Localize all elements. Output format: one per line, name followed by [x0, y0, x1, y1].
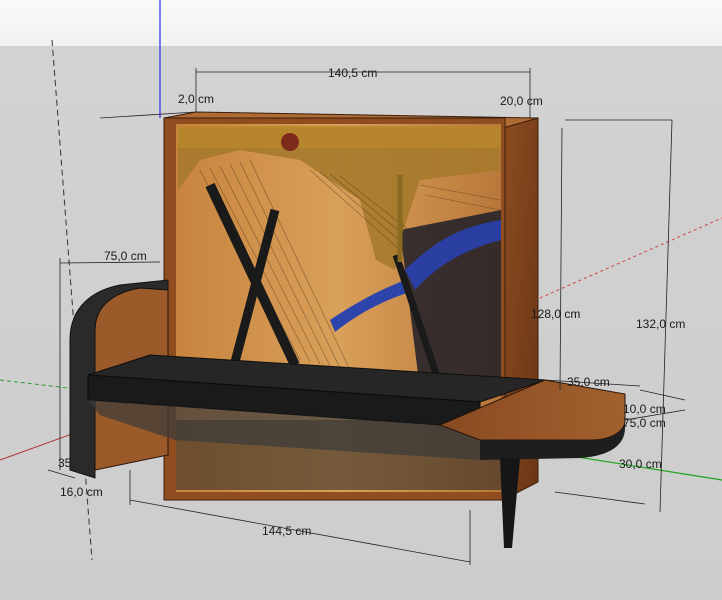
red-axis-dashed [539, 217, 722, 299]
harp-top-bar [178, 126, 501, 148]
dim-bench-length: 144,5 cm [262, 524, 312, 538]
dim-shelf-height: 75,0 cm [623, 416, 666, 430]
dim-side-depth: 35,0 cm [567, 375, 610, 389]
dim-frame-left: 2,0 cm [178, 92, 215, 106]
black-axis-dashed [51, 39, 93, 561]
dim-top-width: 140,5 cm [328, 66, 378, 80]
dim-inner-height: 128,0 cm [531, 307, 581, 321]
harp-emblem [281, 133, 299, 151]
dim-shelf-width: 30,0 cm [619, 457, 662, 471]
dim-frame-right: 20,0 cm [500, 94, 543, 108]
dim-total-height: 132,0 cm [636, 317, 686, 331]
dim-left-thickness: 16,0 cm [60, 485, 103, 499]
model-viewport[interactable] [0, 0, 722, 600]
dim-shelf-thickness: 10,0 cm [623, 402, 666, 416]
right-shelf-leg [500, 458, 520, 548]
dim-left-clip: 35 [58, 456, 72, 470]
dim-bench-depth: 75,0 cm [104, 249, 147, 263]
